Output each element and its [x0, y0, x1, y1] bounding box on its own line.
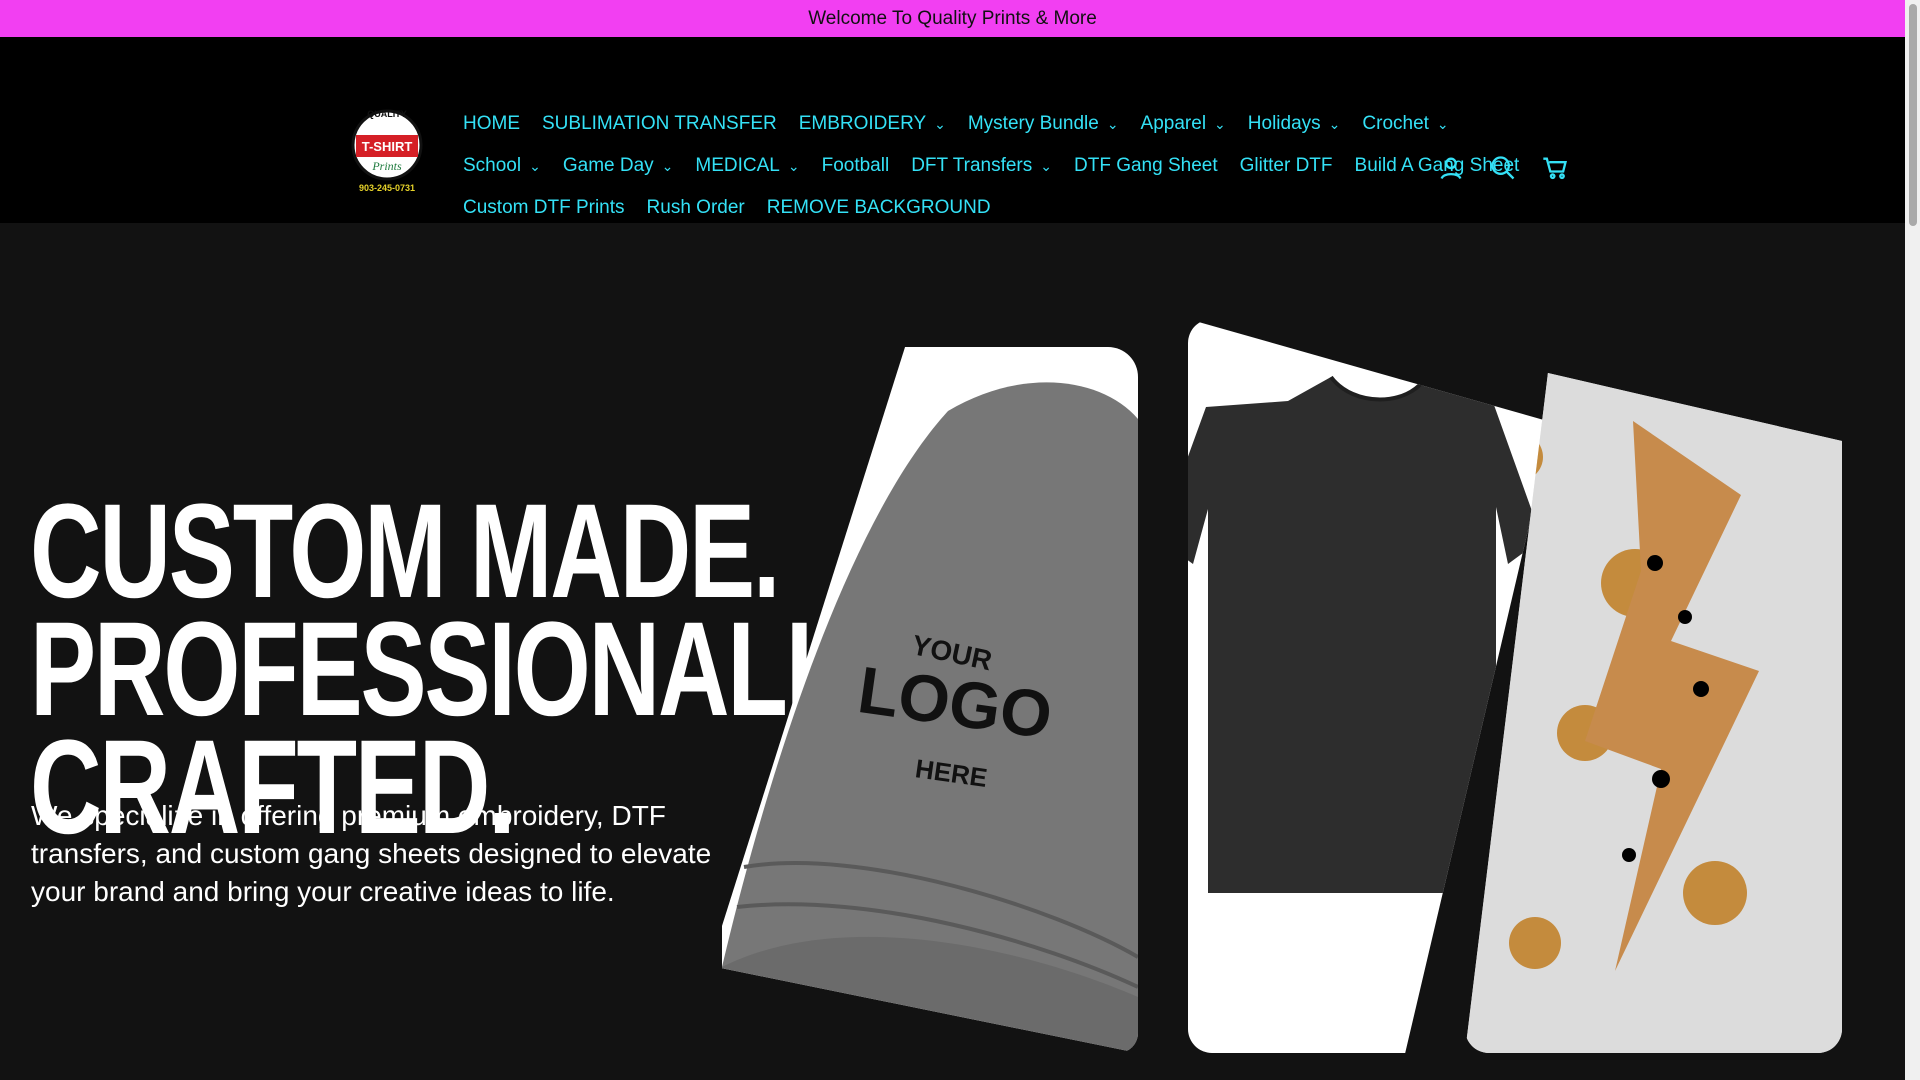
chevron-down-icon: ⌄ [1040, 157, 1052, 174]
chevron-down-icon: ⌄ [1328, 115, 1341, 132]
nav-item-apparel[interactable]: Apparel ⌄ [1141, 113, 1226, 135]
nav-item-label: EMBROIDERY [798, 113, 927, 134]
logo-main-text: T-SHIRT [362, 139, 413, 154]
chevron-down-icon: ⌄ [934, 115, 946, 132]
nav-item-label: DTF Gang Sheet [1074, 155, 1218, 176]
nav-row-1: HOME SUBLIMATION TRANSFER EMBROIDERY ⌄ Myste… [463, 113, 1471, 135]
nav-item-rush-order[interactable]: Rush Order [647, 197, 745, 219]
nav-item-embroidery[interactable]: EMBROIDERY ⌄ [799, 113, 946, 135]
nav-item-label: Apparel [1140, 113, 1207, 134]
chevron-down-icon: ⌄ [529, 157, 541, 174]
site-logo[interactable]: QUALITY T-SHIRT Prints 903-245-0731 [347, 93, 427, 208]
header-actions [1437, 154, 1569, 182]
nav-item-crochet[interactable]: Crochet ⌄ [1362, 113, 1448, 135]
logo-phone: 903-245-0731 [359, 183, 415, 193]
nav-item-school[interactable]: School ⌄ [463, 155, 541, 177]
nav-item-label: Custom DTF Prints [463, 197, 625, 218]
nav-item-label: REMOVE BACKGROUND [766, 197, 991, 218]
announcement-text: Welcome To Quality Prints & More [808, 7, 1097, 29]
cart-icon[interactable] [1541, 154, 1569, 182]
nav-item-label: Holidays [1247, 113, 1321, 134]
nav-item-game-day[interactable]: Game Day ⌄ [563, 155, 674, 177]
account-icon[interactable] [1437, 154, 1465, 182]
chevron-down-icon: ⌄ [1436, 115, 1449, 132]
nav-item-football[interactable]: Football [822, 155, 890, 177]
nav-item-dtf-gang-sheet[interactable]: DTF Gang Sheet [1074, 155, 1218, 177]
nav-item-label: Rush Order [646, 197, 745, 218]
hero-headline-line-1: CUSTOM MADE. [30, 476, 781, 626]
chevron-down-icon: ⌄ [787, 157, 800, 174]
hero-headline-line-2: PROFESSIONALLY [30, 594, 901, 744]
hero-headline: CUSTOM MADE. PROFESSIONALLY CRAFTED. [30, 476, 901, 854]
nav-item-custom-dtf-prints[interactable]: Custom DTF Prints [463, 197, 625, 219]
hero-section: CUSTOM MADE. PROFESSIONALLY CRAFTED. We … [0, 223, 1905, 1080]
nav-item-label: Glitter DTF [1239, 155, 1333, 176]
nav-item-sublimation-transfer[interactable]: SUBLIMATION TRANSFER [542, 113, 777, 135]
logo-top-text: QUALITY [367, 109, 407, 119]
nav-item-holidays[interactable]: Holidays ⌄ [1248, 113, 1341, 135]
chevron-down-icon: ⌄ [1214, 115, 1226, 132]
nav-row-3: Custom DTF Prints Rush Order REMOVE BACKGR… [463, 197, 1013, 219]
nav-item-label: Football [821, 155, 890, 176]
nav-item-remove-background[interactable]: REMOVE BACKGROUND [767, 197, 991, 219]
nav-item-label: MEDICAL [695, 155, 780, 176]
nav-item-label: Mystery Bundle [967, 113, 1099, 134]
nav-item-label: Game Day [562, 155, 654, 176]
nav-item-glitter-dtf[interactable]: Glitter DTF [1240, 155, 1333, 177]
nav-item-label: Crochet [1362, 113, 1429, 134]
page-scrollbar[interactable] [1905, 0, 1920, 1080]
announcement-bar: Welcome To Quality Prints & More [0, 0, 1905, 37]
chevron-down-icon: ⌄ [1106, 115, 1119, 132]
nav-item-dft-transfers[interactable]: DFT Transfers ⌄ [911, 155, 1052, 177]
nav-item-medical[interactable]: MEDICAL ⌄ [695, 155, 799, 177]
nav-item-label: HOME [463, 113, 520, 134]
nav-item-mystery-bundle[interactable]: Mystery Bundle ⌄ [968, 113, 1119, 135]
chevron-down-icon: ⌄ [661, 157, 674, 174]
logo-script-text: Prints [371, 159, 402, 173]
scrollbar-thumb[interactable] [1909, 4, 1917, 226]
nav-item-home[interactable]: HOME [463, 113, 520, 135]
hero-description: We specialize in offering premium embroi… [31, 800, 712, 907]
nav-row-2: School ⌄ Game Day ⌄ MEDICAL ⌄ Football DFT Tran… [463, 155, 1541, 177]
nav-item-label: SUBLIMATION TRANSFER [542, 113, 777, 134]
site-header: QUALITY T-SHIRT Prints 903-245-0731 HOME… [0, 37, 1905, 223]
nav-item-label: DFT Transfers [911, 155, 1033, 176]
search-icon[interactable] [1489, 154, 1517, 182]
nav-item-label: School [463, 155, 522, 176]
